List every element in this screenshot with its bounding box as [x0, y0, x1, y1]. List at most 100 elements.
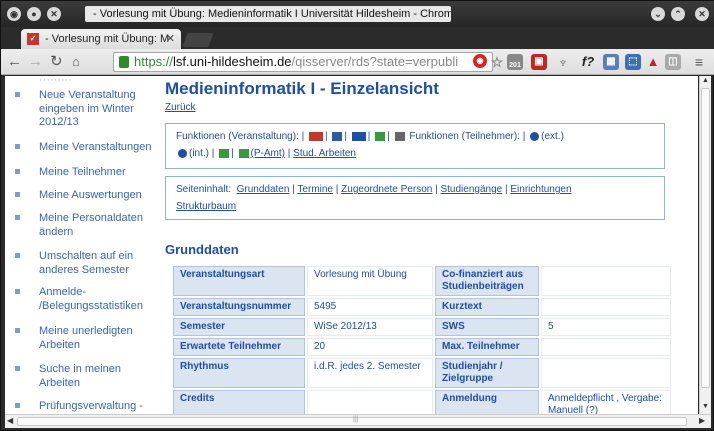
extension-grey-icon[interactable]: ◫: [665, 54, 681, 70]
title-bar: ◉ ● ✕ - Vorlesung mit Übung: Medieninfor…: [1, 1, 714, 27]
url-host: lsf.uni-hildesheim.de: [173, 54, 292, 69]
window-title: - Vorlesung mit Übung: Medieninformatik …: [85, 6, 451, 22]
bullet-icon: [15, 289, 20, 294]
scroll-left-icon[interactable]: ◀: [7, 416, 13, 425]
label-cell: Erwartete Teilnehmer: [173, 338, 305, 356]
mail-badge-count: 201: [509, 62, 521, 69]
excel-icon[interactable]: [219, 148, 230, 158]
sidebar-item-my-courses[interactable]: Meine Veranstaltungen: [15, 141, 161, 155]
at-int-icon[interactable]: [178, 148, 187, 158]
home-icon[interactable]: ⌂: [72, 53, 80, 71]
value-cell: [541, 358, 671, 388]
sidebar-item-cut: ·········: [39, 76, 72, 86]
bullet-icon: [15, 215, 20, 220]
scroll-grip-icon: |||: [353, 416, 359, 423]
reload-icon[interactable]: ↻: [50, 53, 63, 71]
extension-window-icon[interactable]: ▦: [603, 54, 619, 70]
pdf-icon[interactable]: [351, 131, 366, 141]
new-tab-button[interactable]: [182, 33, 214, 47]
bookmark-star-icon[interactable]: ☆: [489, 54, 505, 70]
sidebar-item-pending-work[interactable]: Meine unerledigten Arbeiten: [15, 325, 161, 352]
table-row: Rhythmus i.d.R. jedes 2. Semester Studie…: [173, 358, 671, 388]
page-contents-box: Seiteninhalt: Grunddaten | Termine | Zug…: [165, 176, 665, 220]
print-icon[interactable]: [394, 131, 405, 141]
menu-icon[interactable]: ≡: [691, 54, 707, 70]
p-amt-link[interactable]: (P-Amt): [251, 148, 285, 159]
link-termine[interactable]: Termine: [297, 184, 333, 195]
link-strukturbaum[interactable]: Strukturbaum: [176, 201, 236, 212]
value-cell: 20: [307, 338, 433, 356]
sidebar-item-personal-data[interactable]: Meine Personaldaten ändern: [15, 212, 161, 239]
tab-active[interactable]: ✓ - Vorlesung mit Übung: M ✕: [21, 29, 181, 49]
link-grunddaten[interactable]: Grunddaten: [237, 184, 290, 195]
font-finder-icon[interactable]: f?: [575, 54, 601, 70]
value-cell: [541, 298, 671, 316]
scroll-up-icon[interactable]: ▲: [702, 77, 709, 84]
value-cell: i.d.R. jedes 2. Semester: [307, 358, 433, 388]
mail-checker-icon[interactable]: 201: [507, 54, 523, 70]
window-menu-icon[interactable]: ◉: [7, 7, 21, 21]
excel-p-amt-icon[interactable]: [238, 148, 249, 158]
tab-close-icon[interactable]: ✕: [166, 29, 175, 49]
edit-icon[interactable]: [309, 131, 324, 141]
at-ext-icon[interactable]: [530, 131, 540, 141]
bullet-icon: [15, 366, 20, 371]
link-zugeordnete-person[interactable]: Zugeordnete Person: [341, 184, 432, 195]
label-cell: Anmeldung: [435, 390, 539, 414]
label-cell: Semester: [173, 318, 305, 336]
scroll-down-icon[interactable]: ▼: [702, 403, 709, 410]
maximize-icon[interactable]: ⌃: [671, 7, 685, 21]
label-cell: Kurztext: [435, 298, 539, 316]
horizontal-scrollbar[interactable]: ◀ ||| ▶: [5, 414, 711, 428]
pen-icon[interactable]: [332, 131, 343, 141]
close-window-icon[interactable]: ✕: [47, 7, 61, 21]
table-row: Erwartete Teilnehmer 20 Max. Teilnehmer: [173, 338, 671, 356]
ext-link[interactable]: (ext.): [541, 131, 564, 142]
extension-blue-icon[interactable]: ⬚: [625, 54, 641, 70]
scroll-right-icon[interactable]: ▶: [699, 416, 705, 425]
bullet-icon: [15, 253, 20, 258]
table-row: Veranstaltungsart Vorlesung mit Übung Co…: [173, 266, 671, 296]
functions-box: Funktionen (Veranstaltung): | | | | | Fu…: [165, 123, 665, 169]
vertical-scroll-thumb[interactable]: [701, 88, 710, 388]
sidebar-item-new-course[interactable]: Neue Veranstaltung eingeben im Winter 20…: [15, 89, 161, 130]
extension-puzzle-icon[interactable]: ♆: [555, 54, 571, 70]
sidebar-item-my-evaluations[interactable]: Meine Auswertungen: [15, 189, 161, 203]
label-cell: Rhythmus: [173, 358, 305, 388]
label-cell: Max. Teilnehmer: [435, 338, 539, 356]
sidebar-item-my-participants[interactable]: Meine Teilnehmer: [15, 166, 161, 180]
sidebar-item-statistics[interactable]: Anmelde- /Belegungsstatistiken: [15, 286, 161, 313]
sidebar-item-exam-admin[interactable]: Prüfungsverwaltung -: [15, 400, 161, 414]
link-studiengaenge[interactable]: Studiengänge: [440, 184, 502, 195]
label-cell: Credits: [173, 390, 305, 414]
url-path: /qisserver/rds?state=verpubli: [291, 54, 459, 69]
back-arrow-icon[interactable]: ←: [7, 53, 22, 71]
value-cell: WiSe 2012/13: [307, 318, 433, 336]
vertical-scrollbar[interactable]: ▲ ▼: [699, 76, 711, 414]
address-bar[interactable]: https://lsf.uni-hildesheim.de/qisserver/…: [113, 52, 493, 72]
extension-sofa-icon[interactable]: ▲: [645, 54, 661, 70]
link-einrichtungen[interactable]: Einrichtungen: [510, 184, 571, 195]
tab-label: - Vorlesung mit Übung: M: [45, 33, 170, 45]
minimize-icon[interactable]: ⌄: [651, 7, 665, 21]
bullet-icon: [15, 92, 20, 97]
back-link[interactable]: Zurück: [165, 102, 196, 113]
extension-red-icon[interactable]: ▣: [531, 54, 547, 70]
sticky-icon[interactable]: ●: [27, 7, 41, 21]
details-table: Veranstaltungsart Vorlesung mit Übung Co…: [171, 264, 673, 414]
adblock-icon[interactable]: ◉: [473, 54, 487, 68]
browser-toolbar: ← → ↻ ⌂ https://lsf.uni-hildesheim.de/qi…: [1, 49, 714, 75]
table-row: Veranstaltungsnummer 5495 Kurztext: [173, 298, 671, 316]
url-scheme: https://: [134, 54, 174, 69]
int-link[interactable]: (int.): [189, 148, 209, 159]
functions-label: Funktionen (Veranstaltung):: [176, 131, 299, 142]
label-cell: Co-finanziert aus Studienbeiträgen: [435, 266, 539, 296]
excel-icon[interactable]: [375, 131, 386, 141]
sidebar-item-search-work[interactable]: Suche in meinen Arbeiten: [15, 363, 161, 390]
horizontal-scroll-thumb[interactable]: |||: [17, 416, 687, 426]
stud-arbeiten-link[interactable]: Stud. Arbeiten: [293, 148, 356, 159]
forward-arrow-icon[interactable]: →: [28, 53, 43, 71]
close-icon[interactable]: ✕: [695, 7, 709, 21]
section-title: Grunddaten: [165, 242, 239, 257]
sidebar-item-switch-semester[interactable]: Umschalten auf ein anderes Semester: [15, 250, 161, 277]
